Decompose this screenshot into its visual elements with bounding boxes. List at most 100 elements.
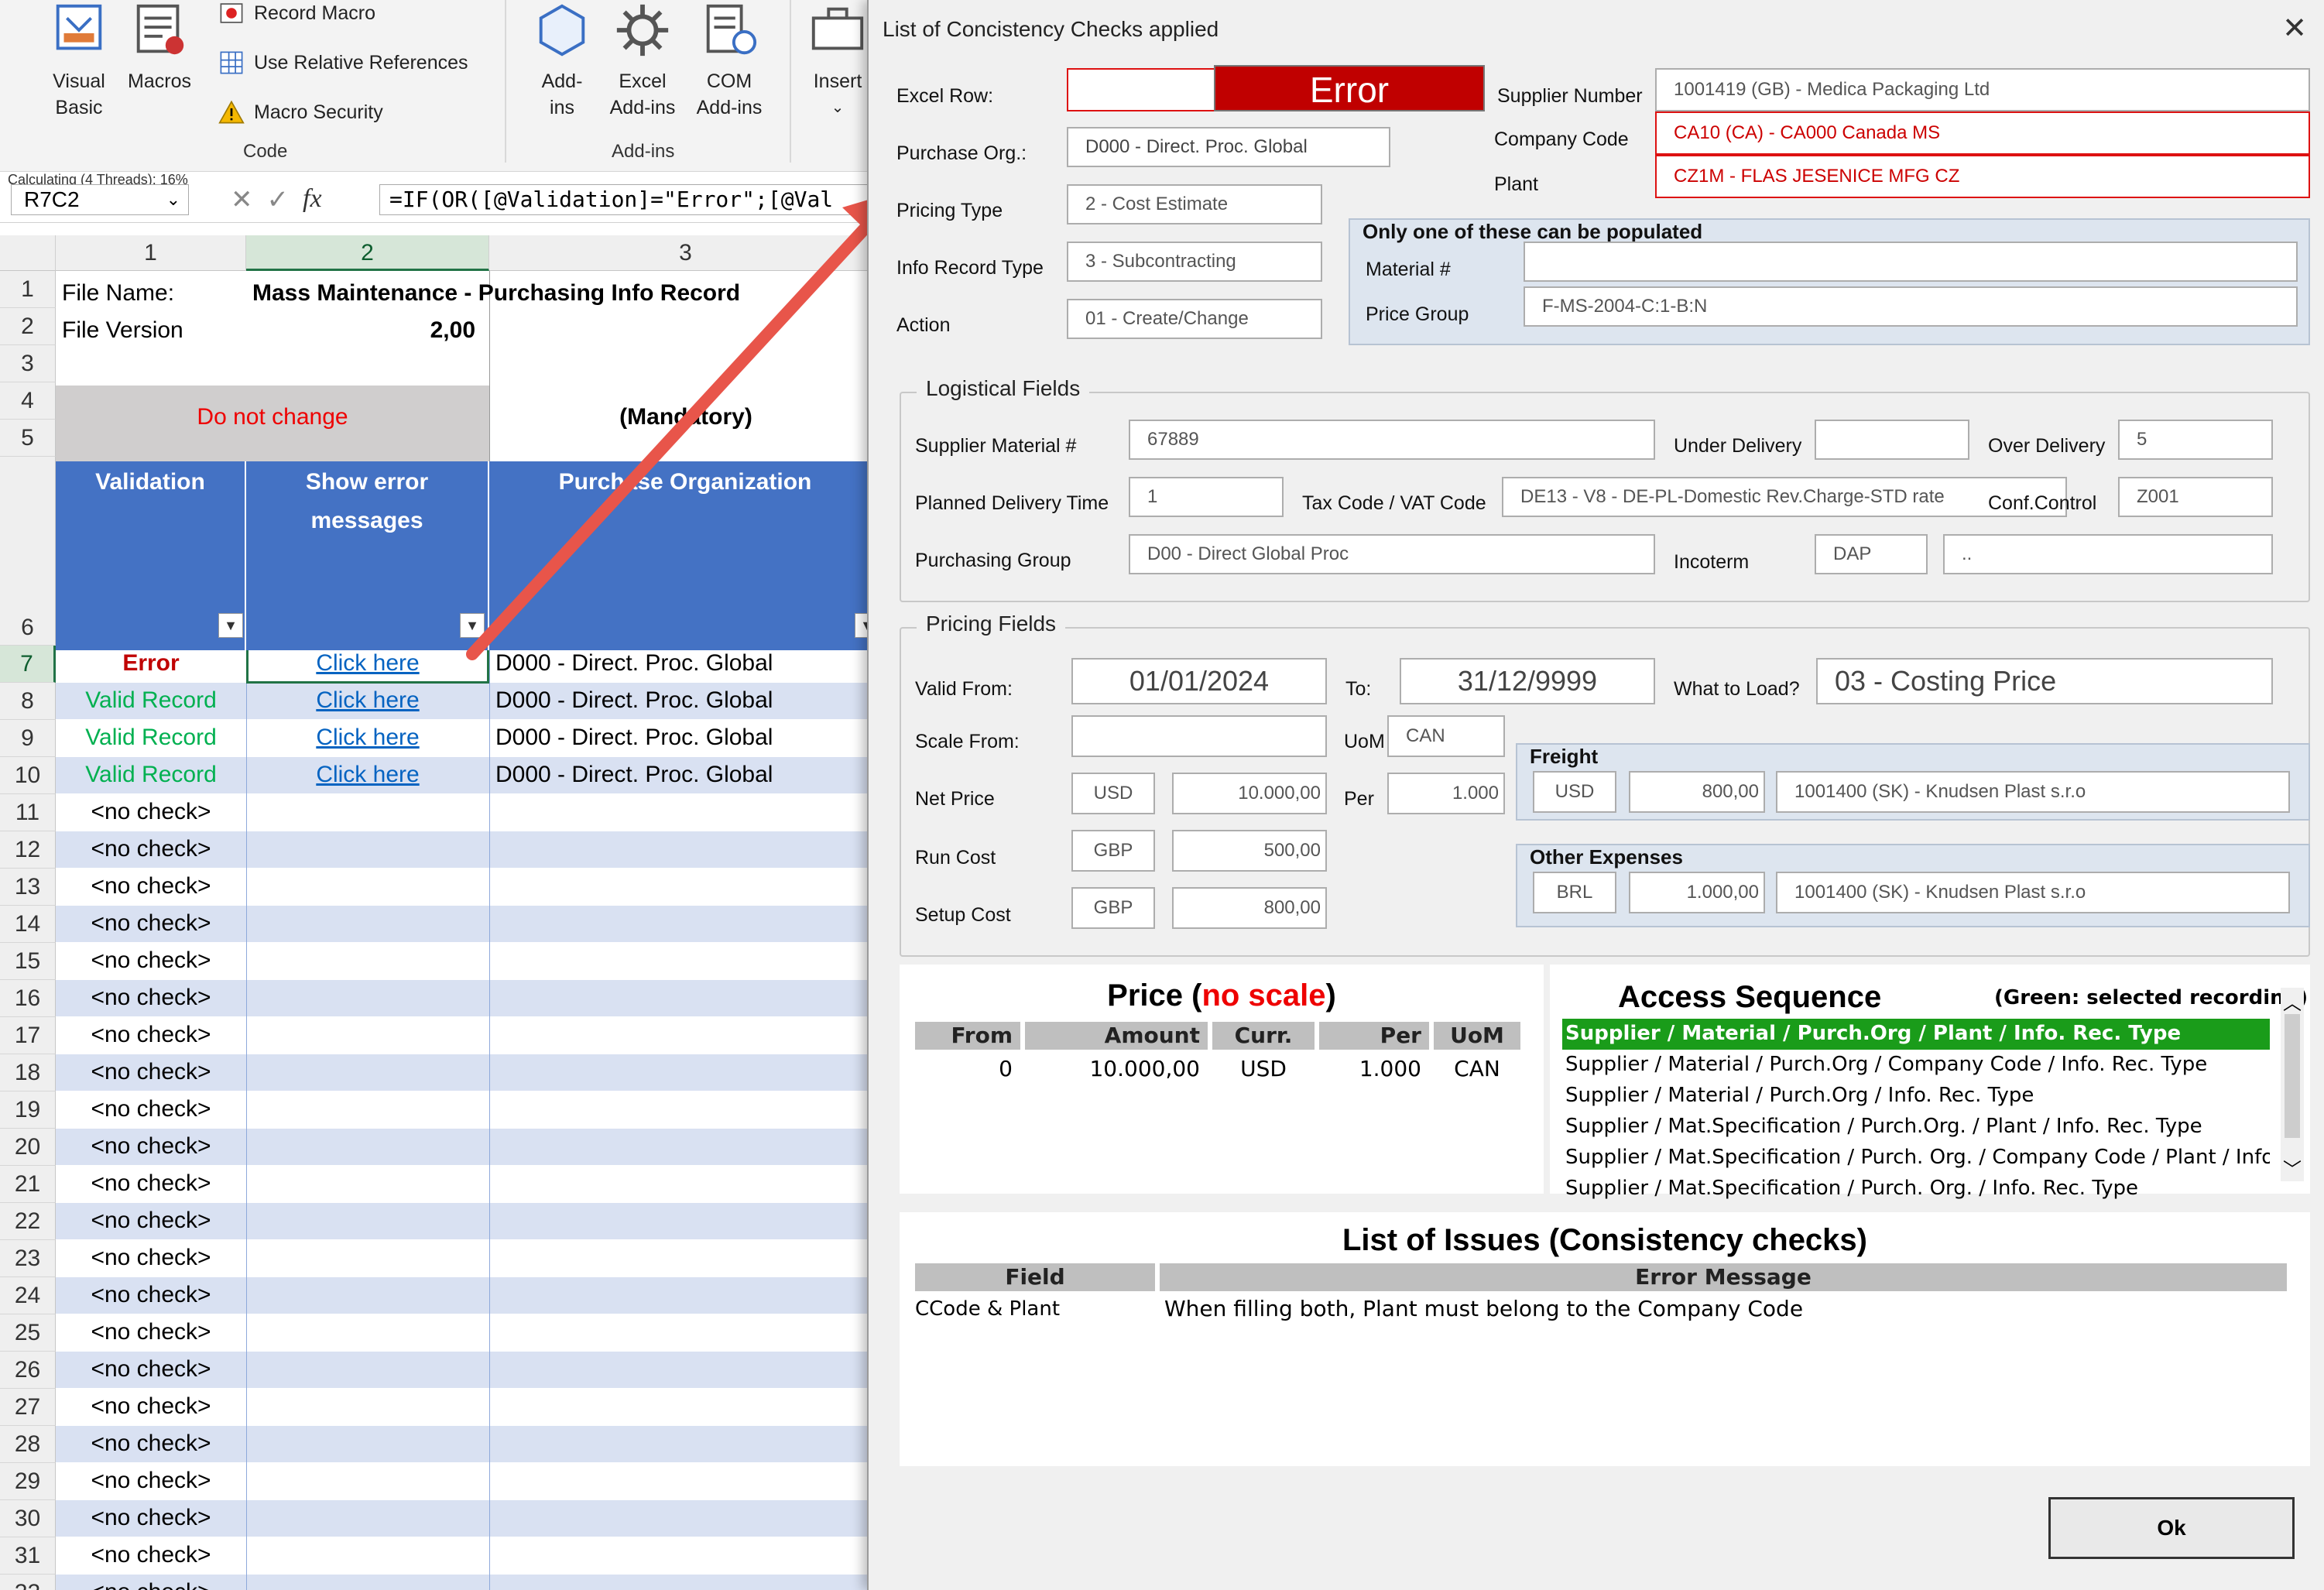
excel-addins-button[interactable]: Excel Add-ins — [604, 0, 681, 121]
per-field[interactable]: 1.000 — [1387, 773, 1505, 814]
excel-row-field[interactable]: 7 — [1067, 68, 1239, 111]
row-header[interactable]: 10 — [0, 757, 56, 794]
select-all-corner[interactable] — [0, 235, 56, 271]
row-header[interactable]: 18 — [0, 1054, 56, 1091]
row-header[interactable]: 13 — [0, 869, 56, 906]
run-cost-field[interactable]: 500,00 — [1172, 830, 1327, 872]
row-header[interactable]: 15 — [0, 943, 56, 980]
net-price-currency-field[interactable]: USD — [1071, 773, 1155, 814]
row-header[interactable]: 3 — [0, 345, 56, 382]
incoterm-field[interactable]: DAP — [1815, 534, 1928, 574]
over-delivery-field[interactable]: 5 — [2118, 420, 2273, 460]
other-value-field[interactable]: 1.000,00 — [1629, 872, 1765, 913]
scroll-thumb[interactable] — [2285, 1014, 2300, 1138]
ok-button[interactable]: Ok — [2048, 1497, 2295, 1559]
fx-button[interactable]: fx — [303, 184, 322, 215]
row-header[interactable]: 19 — [0, 1091, 56, 1129]
visual-basic-button[interactable]: Visual Basic — [43, 0, 115, 121]
row-header[interactable]: 2 — [0, 308, 56, 345]
row-header[interactable]: 17 — [0, 1017, 56, 1054]
relative-references-button[interactable]: Use Relative References — [218, 43, 468, 82]
row-header[interactable]: 28 — [0, 1426, 56, 1463]
row-header[interactable]: 32 — [0, 1575, 56, 1590]
row-header[interactable]: 31 — [0, 1537, 56, 1575]
scale-from-field[interactable] — [1071, 715, 1327, 757]
row-header[interactable]: 12 — [0, 831, 56, 869]
supplier-number-field[interactable]: 1001419 (GB) - Medica Packaging Ltd — [1655, 68, 2310, 111]
row-header[interactable]: 25 — [0, 1314, 56, 1352]
column-header[interactable]: 1 — [56, 235, 246, 271]
other-currency-field[interactable]: BRL — [1533, 872, 1616, 913]
setup-cost-field[interactable]: 800,00 — [1172, 887, 1327, 929]
info-record-type-field[interactable]: 3 - Subcontracting — [1067, 242, 1322, 282]
scroll-down-icon[interactable]: ﹀ — [2281, 1154, 2304, 1181]
price-group-field[interactable]: F-MS-2004-C:1-B:N — [1524, 286, 2298, 327]
purchasing-group-field[interactable]: D00 - Direct Global Proc — [1129, 534, 1655, 574]
click-here-link[interactable]: Click here — [246, 725, 489, 751]
access-sequence-item[interactable]: Supplier / Mat.Specification / Purch. Or… — [1562, 1174, 2270, 1204]
row-header[interactable]: 20 — [0, 1129, 56, 1166]
uom-field[interactable]: CAN — [1387, 715, 1505, 757]
cancel-icon[interactable]: ✕ — [231, 184, 253, 215]
name-box[interactable]: R7C2 ⌄ — [11, 184, 189, 215]
access-sequence-item[interactable]: Supplier / Mat.Specification / Purch. Or… — [1562, 1143, 2270, 1174]
freight-supplier-field[interactable]: 1001400 (SK) - Knudsen Plast s.r.o — [1776, 771, 2290, 813]
row-header[interactable]: 24 — [0, 1277, 56, 1314]
net-price-field[interactable]: 10.000,00 — [1172, 773, 1327, 814]
row-header[interactable]: 23 — [0, 1240, 56, 1277]
row-header[interactable]: 26 — [0, 1352, 56, 1389]
access-sequence-item[interactable]: Supplier / Mat.Specification / Purch.Org… — [1562, 1112, 2270, 1143]
row-header[interactable]: 5 — [0, 420, 56, 457]
macro-security-button[interactable]: Macro Security — [218, 93, 383, 132]
record-macro-button[interactable]: Record Macro — [218, 0, 375, 33]
row-header[interactable]: 6 — [0, 457, 56, 646]
valid-from-field[interactable]: 01/01/2024 — [1071, 658, 1327, 704]
row-header[interactable]: 16 — [0, 980, 56, 1017]
row-header[interactable]: 1 — [0, 271, 56, 308]
pricing-type-field[interactable]: 2 - Cost Estimate — [1067, 184, 1322, 224]
access-sequence-item[interactable]: Supplier / Material / Purch.Org / Info. … — [1562, 1081, 2270, 1112]
row-header[interactable]: 29 — [0, 1463, 56, 1500]
insert-control-button[interactable]: Insert ⌄ — [802, 0, 873, 121]
formula-input[interactable]: =IF(OR([@Validation]="Error";[@Val — [379, 184, 890, 215]
close-icon[interactable]: ✕ — [2282, 11, 2307, 46]
plant-field[interactable]: CZ1M - FLAS JESENICE MFG CZ — [1655, 155, 2310, 198]
row-header[interactable]: 4 — [0, 382, 56, 420]
row-header[interactable]: 30 — [0, 1500, 56, 1537]
what-to-load-field[interactable]: 03 - Costing Price — [1816, 658, 2273, 704]
click-here-link[interactable]: Click here — [246, 687, 489, 714]
row-header[interactable]: 14 — [0, 906, 56, 943]
macros-button[interactable]: Macros — [124, 0, 195, 94]
company-code-field[interactable]: CA10 (CA) - CA000 Canada MS — [1655, 111, 2310, 155]
access-scrollbar[interactable]: ︿ ﹀ — [2281, 988, 2304, 1181]
other-supplier-field[interactable]: 1001400 (SK) - Knudsen Plast s.r.o — [1776, 872, 2290, 913]
row-header[interactable]: 7 — [0, 646, 56, 683]
supplier-material-field[interactable]: 67889 — [1129, 420, 1655, 460]
material-field[interactable] — [1524, 242, 2298, 282]
row-header[interactable]: 27 — [0, 1389, 56, 1426]
conf-control-field[interactable]: Z001 — [2118, 477, 2273, 517]
check-icon[interactable]: ✓ — [267, 184, 290, 215]
tax-code-field[interactable]: DE13 - V8 - DE-PL-Domestic Rev.Charge-ST… — [1502, 477, 2067, 517]
access-sequence-item[interactable]: Supplier / Material / Purch.Org / Compan… — [1562, 1050, 2270, 1081]
incoterm-location-field[interactable]: .. — [1943, 534, 2273, 574]
run-cost-currency-field[interactable]: GBP — [1071, 830, 1155, 872]
click-here-link[interactable]: Click here — [246, 762, 489, 788]
purch-org-field[interactable]: D000 - Direct. Proc. Global — [1067, 127, 1390, 167]
row-header[interactable]: 21 — [0, 1166, 56, 1203]
valid-to-field[interactable]: 31/12/9999 — [1400, 658, 1655, 704]
freight-value-field[interactable]: 800,00 — [1629, 771, 1765, 813]
row-header[interactable]: 9 — [0, 720, 56, 757]
addins-button[interactable]: Add-ins — [526, 0, 598, 121]
access-sequence-item[interactable]: Supplier / Material / Purch.Org / Plant … — [1562, 1019, 2270, 1050]
scroll-up-icon[interactable]: ︿ — [2281, 988, 2304, 1015]
filter-dropdown-icon[interactable]: ▼ — [218, 613, 243, 638]
column-header[interactable]: 3 — [489, 235, 883, 271]
freight-currency-field[interactable]: USD — [1533, 771, 1616, 813]
action-field[interactable]: 01 - Create/Change — [1067, 299, 1322, 339]
row-header[interactable]: 8 — [0, 683, 56, 720]
row-header[interactable]: 11 — [0, 794, 56, 831]
com-addins-button[interactable]: COM Add-ins — [691, 0, 768, 121]
planned-delivery-field[interactable]: 1 — [1129, 477, 1284, 517]
setup-cost-currency-field[interactable]: GBP — [1071, 887, 1155, 929]
